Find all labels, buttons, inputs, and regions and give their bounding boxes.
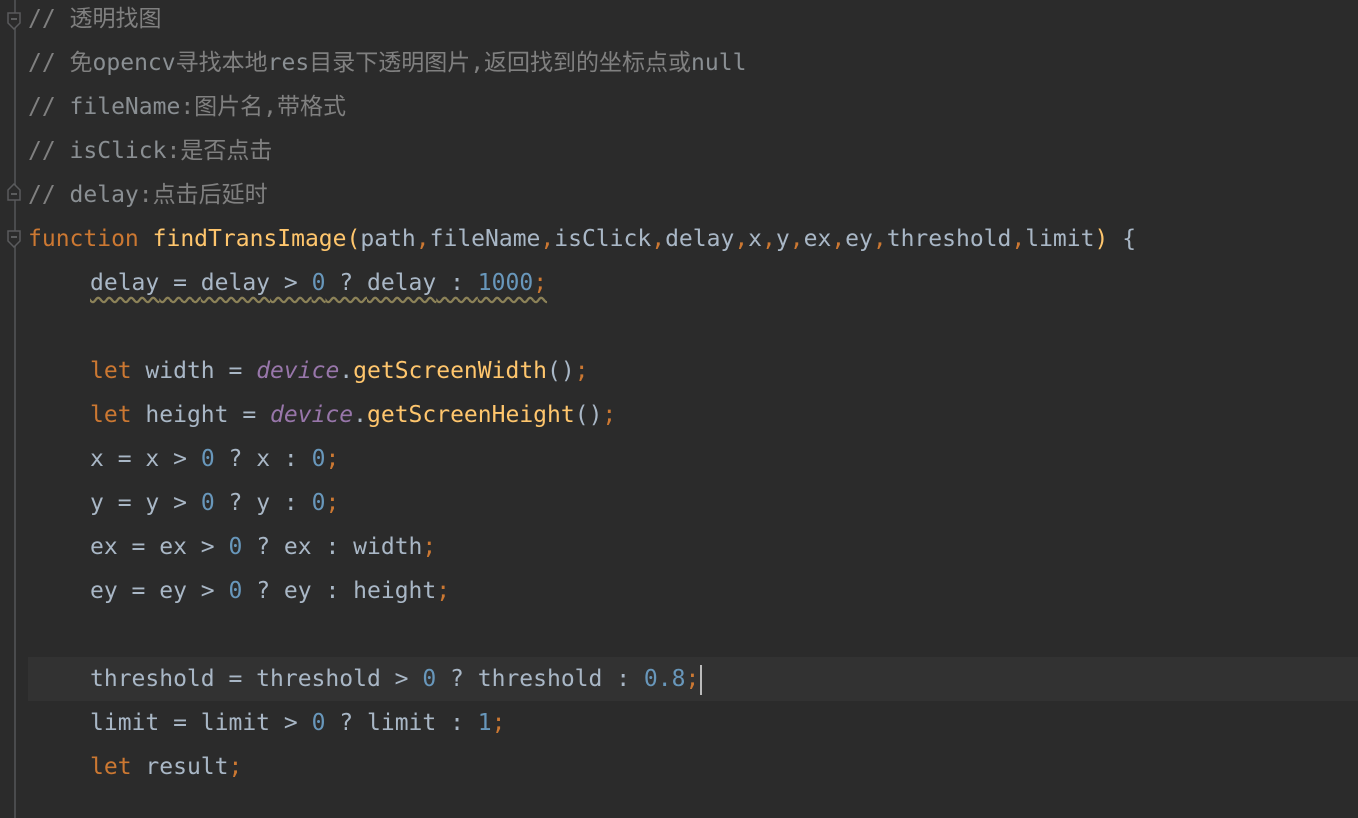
fold-guide-line (14, 0, 16, 818)
code-line-result[interactable]: let result; (28, 745, 1358, 789)
code-editor[interactable]: // 透明找图 // 免opencv寻找本地res目录下透明图片,返回找到的坐标… (0, 0, 1358, 818)
code-line-comment[interactable]: // fileName:图片名,带格式 (28, 85, 1358, 129)
fold-collapse-icon[interactable] (6, 12, 22, 30)
code-line-height[interactable]: let height = device.getScreenHeight(); (28, 393, 1358, 437)
method-call: getScreenHeight (367, 402, 575, 428)
code-line-x[interactable]: x = x > 0 ? x : 0; (28, 437, 1358, 481)
text-caret (700, 664, 703, 695)
code-line-ey[interactable]: ey = ey > 0 ? ey : height; (28, 569, 1358, 613)
code-line-comment[interactable]: // 透明找图 (28, 0, 1358, 41)
code-line-comment[interactable]: // delay:点击后延时 (28, 173, 1358, 217)
global-object: device (256, 358, 340, 384)
code-line-y[interactable]: y = y > 0 ? y : 0; (28, 481, 1358, 525)
param: isClick (554, 226, 652, 252)
keyword: function (28, 226, 139, 252)
code-line-ex[interactable]: ex = ex > 0 ? ex : width; (28, 525, 1358, 569)
open-brace: { (1122, 226, 1137, 252)
code-line-delay[interactable]: delay = delay > 0 ? delay : 1000; (28, 261, 1358, 305)
param: ey (845, 226, 873, 252)
function-name: findTransImage (152, 226, 347, 252)
fold-end-icon[interactable] (6, 183, 22, 201)
param: delay (665, 226, 735, 252)
code-line-threshold-current[interactable]: threshold = threshold > 0 ? threshold : … (28, 657, 1358, 701)
param: x (748, 226, 763, 252)
code-line-limit[interactable]: limit = limit > 0 ? limit : 1; (28, 701, 1358, 745)
code-line-comment[interactable]: // isClick:是否点击 (28, 129, 1358, 173)
param: path (360, 226, 416, 252)
param: threshold (886, 226, 1012, 252)
fold-gutter (0, 0, 28, 818)
param: y (775, 226, 790, 252)
fold-collapse-icon[interactable] (6, 230, 22, 248)
param: ex (803, 226, 832, 252)
code-line-comment[interactable]: // 免opencv寻找本地res目录下透明图片,返回找到的坐标点或null (28, 41, 1358, 85)
code-line-function-declaration[interactable]: function findTransImage(path,fileName,is… (28, 217, 1358, 261)
method-call: getScreenWidth (353, 358, 548, 384)
param: limit (1025, 226, 1095, 252)
param: fileName (429, 226, 541, 252)
global-object: device (270, 402, 354, 428)
warning-squiggle[interactable]: delay = delay > 0 ? delay : 1000; (90, 270, 547, 296)
code-line-width[interactable]: let width = device.getScreenWidth(); (28, 349, 1358, 393)
